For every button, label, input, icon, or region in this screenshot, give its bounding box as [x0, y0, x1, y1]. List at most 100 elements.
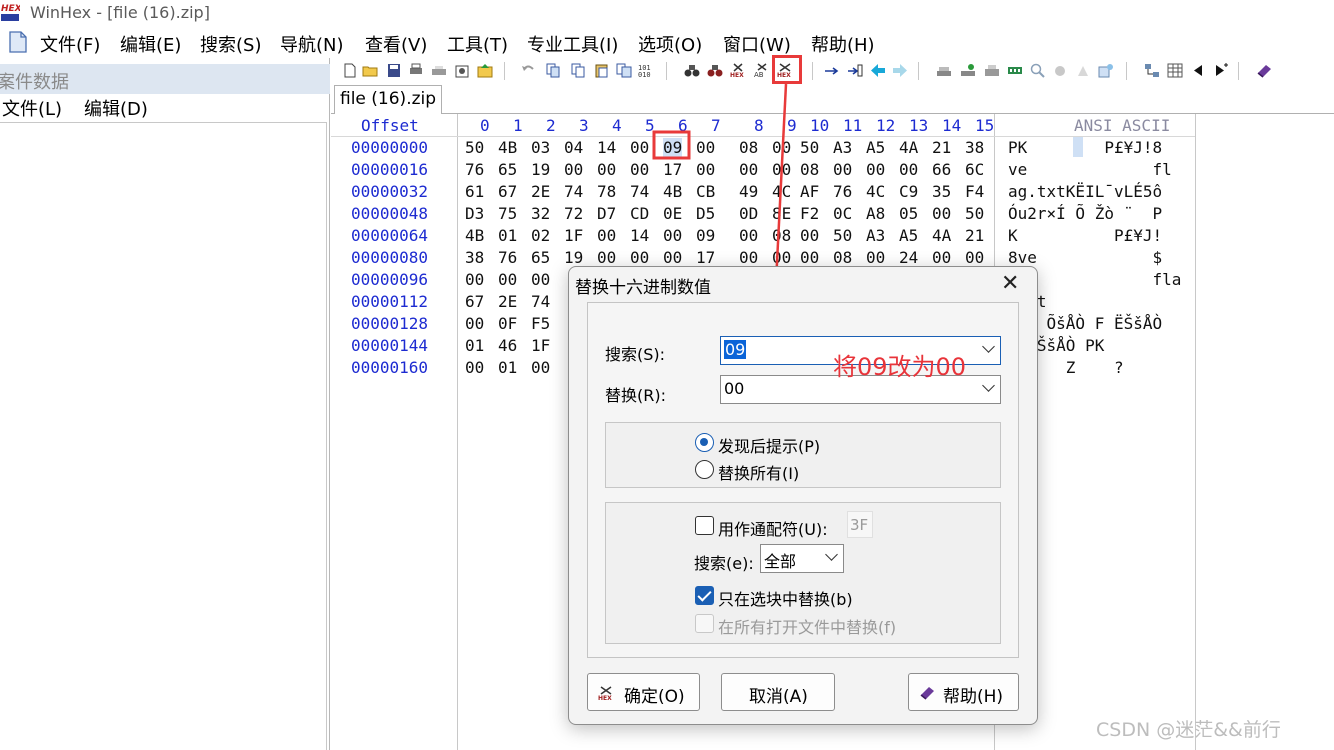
hex-byte[interactable]: C9	[899, 182, 918, 201]
ascii-cell[interactable]: 8ve $	[1008, 248, 1162, 267]
hex-byte[interactable]: 08	[800, 160, 819, 179]
help-button[interactable]: 帮助(H)	[908, 673, 1019, 711]
hex-byte[interactable]: 09	[696, 226, 715, 245]
hex-byte[interactable]: 00	[564, 160, 583, 179]
chevron-down-icon[interactable]	[982, 340, 995, 353]
case-menu-edit[interactable]: 编辑(D)	[84, 95, 148, 121]
hex-byte[interactable]: 2E	[531, 182, 550, 201]
hex-byte[interactable]: 00	[597, 248, 616, 267]
chevron-down-icon[interactable]	[982, 379, 995, 392]
hex-byte[interactable]: 00	[739, 248, 758, 267]
hex-byte[interactable]: AF	[800, 182, 819, 201]
radio-replace-all[interactable]	[695, 460, 714, 479]
hex-byte[interactable]: D7	[597, 204, 616, 223]
hex-byte[interactable]: 0D	[739, 204, 758, 223]
hex-byte[interactable]: 49	[739, 182, 758, 201]
menu-tools[interactable]: 工具(T)	[447, 31, 508, 57]
hex-byte[interactable]: 00	[932, 248, 951, 267]
hex-byte[interactable]: 21	[932, 138, 951, 157]
offset-cell[interactable]: 00000096	[351, 270, 428, 289]
paste-special-icon[interactable]	[616, 63, 632, 78]
hex-byte[interactable]: 74	[531, 292, 550, 311]
case-menu-file[interactable]: 文件(L)	[2, 95, 62, 121]
hex-byte[interactable]: 1F	[564, 226, 583, 245]
hex-byte[interactable]: 08	[833, 248, 852, 267]
hex-byte[interactable]: 50	[965, 204, 984, 223]
cancel-button[interactable]: 取消(A)	[721, 673, 835, 711]
hex-byte[interactable]: F4	[965, 182, 984, 201]
menu-window[interactable]: 窗口(W)	[723, 31, 791, 57]
search-scope-select[interactable]: 全部	[760, 544, 844, 573]
hex-byte[interactable]: 17	[696, 248, 715, 267]
hex-byte[interactable]: 00	[696, 138, 715, 157]
cut-icon[interactable]	[545, 63, 561, 78]
all-open-files-checkbox[interactable]	[695, 614, 714, 633]
hex-byte[interactable]: 74	[564, 182, 583, 201]
menu-navigate[interactable]: 导航(N)	[280, 31, 344, 57]
offset-cell[interactable]: 00000048	[351, 204, 428, 223]
hex-byte[interactable]: 50	[465, 138, 484, 157]
hex-byte[interactable]: 00	[866, 160, 885, 179]
hex-byte-selected[interactable]: 09	[663, 138, 683, 157]
ram-icon[interactable]	[1007, 63, 1023, 78]
hex-byte[interactable]: 00	[465, 270, 484, 289]
hex-byte[interactable]: 2E	[498, 292, 517, 311]
hex-byte[interactable]: 4A	[899, 138, 918, 157]
goto-sector-icon[interactable]	[847, 63, 863, 78]
zoom-icon[interactable]	[1030, 63, 1046, 78]
hex-byte[interactable]: 6C	[965, 160, 984, 179]
hex-byte[interactable]: 00	[772, 138, 791, 157]
print-icon[interactable]	[408, 63, 424, 78]
hex-byte[interactable]: 35	[932, 182, 951, 201]
hex-byte[interactable]: 05	[899, 204, 918, 223]
hex-byte[interactable]: 00	[630, 138, 649, 157]
snapshot-icon[interactable]	[1098, 63, 1114, 78]
find-text-icon[interactable]	[684, 63, 700, 78]
hex-byte[interactable]: 01	[465, 336, 484, 355]
hex-byte[interactable]: 00	[739, 160, 758, 179]
document-icon[interactable]	[9, 31, 27, 53]
prev-icon[interactable]	[1190, 63, 1206, 78]
hex-byte[interactable]: 08	[739, 138, 758, 157]
hex-byte[interactable]: 00	[465, 314, 484, 333]
next-plus-icon[interactable]	[1212, 63, 1228, 78]
menu-view[interactable]: 查看(V)	[365, 31, 427, 57]
offset-cell[interactable]: 00000016	[351, 160, 428, 179]
pin-icon[interactable]	[1075, 63, 1091, 78]
hex-byte[interactable]: 00	[899, 160, 918, 179]
hex-byte[interactable]: 00	[663, 248, 682, 267]
hex-byte[interactable]: F2	[800, 204, 819, 223]
properties-icon[interactable]	[431, 63, 447, 78]
ascii-cell[interactable]: ag.txtKËIL¯vLÉ5ô	[1008, 182, 1162, 201]
hex-byte[interactable]: 67	[498, 182, 517, 201]
only-in-block-checkbox[interactable]	[695, 586, 714, 605]
hex-byte[interactable]: 8E	[772, 204, 791, 223]
hex-byte[interactable]: 24	[899, 248, 918, 267]
hex-byte[interactable]: 4A	[932, 226, 951, 245]
hex-byte[interactable]: CB	[696, 182, 715, 201]
hex-byte[interactable]: 00	[800, 226, 819, 245]
tree-icon[interactable]	[1144, 63, 1160, 78]
hex-byte[interactable]: 00	[630, 160, 649, 179]
hex-byte[interactable]: 50	[800, 138, 819, 157]
hex-byte[interactable]: 46	[498, 336, 517, 355]
hex-byte[interactable]: 65	[531, 248, 550, 267]
offset-cell[interactable]: 00000112	[351, 292, 428, 311]
hex-byte[interactable]: 4B	[663, 182, 682, 201]
hex-byte[interactable]: 0E	[663, 204, 682, 223]
hex-byte[interactable]: F5	[531, 314, 550, 333]
help-book-icon[interactable]	[1256, 63, 1272, 78]
hex-byte[interactable]: 4B	[498, 138, 517, 157]
hex-byte[interactable]: 03	[531, 138, 550, 157]
close-icon[interactable]: ✕	[1001, 271, 1019, 296]
hex-byte[interactable]: 4C	[772, 182, 791, 201]
offset-cell[interactable]: 00000000	[351, 138, 428, 157]
hex-byte[interactable]: 01	[498, 358, 517, 377]
wildcard-field[interactable]: 3F	[847, 511, 873, 538]
offset-cell[interactable]: 00000128	[351, 314, 428, 333]
hex-byte[interactable]: 00	[772, 160, 791, 179]
disk-icon[interactable]	[936, 63, 952, 78]
hex-byte[interactable]: 0F	[498, 314, 517, 333]
hex-byte[interactable]: 19	[531, 160, 550, 179]
hex-byte[interactable]: 00	[739, 226, 758, 245]
